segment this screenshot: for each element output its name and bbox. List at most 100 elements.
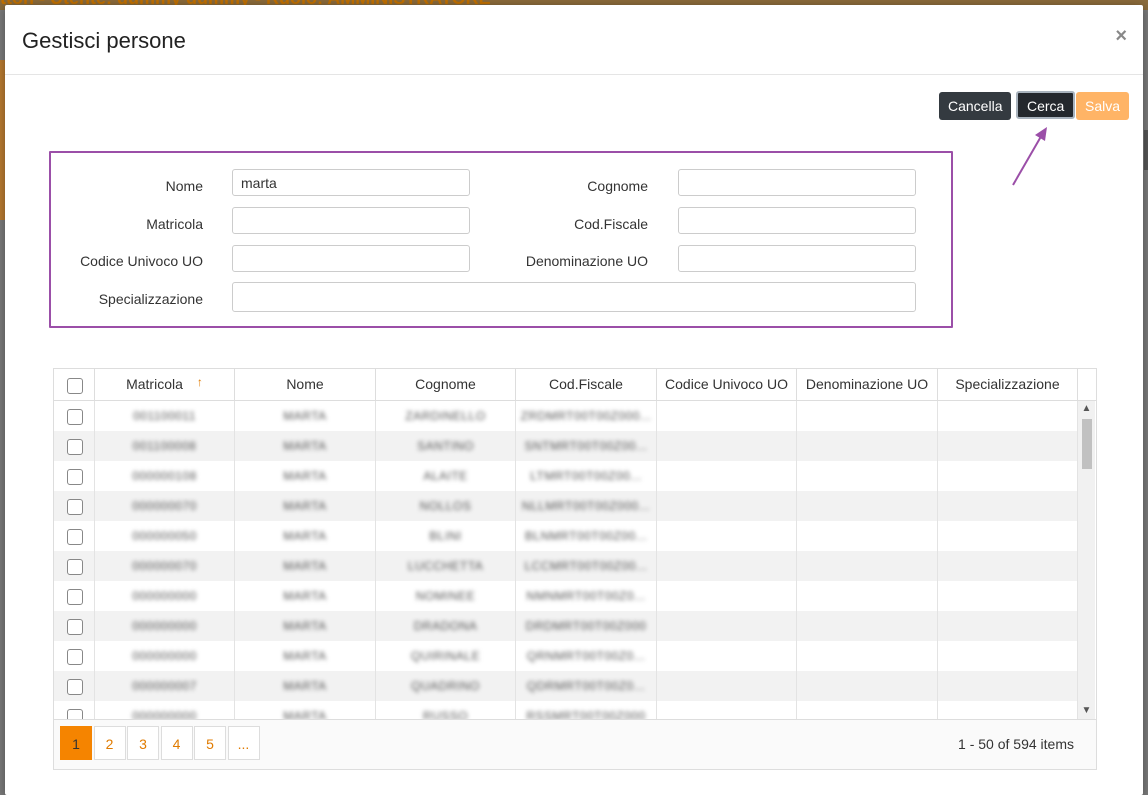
modal-title: Gestisci persone xyxy=(22,28,186,53)
cell-value: BLINI xyxy=(429,529,462,543)
codfiscale-input[interactable] xyxy=(678,207,916,234)
cell-denominazione xyxy=(797,611,938,641)
column-header-nome[interactable]: Nome xyxy=(235,369,376,400)
page-link-2[interactable]: 2 xyxy=(93,726,126,760)
column-header-codice-univoco-uo[interactable]: Codice Univoco UO xyxy=(657,369,797,400)
select-all-checkbox[interactable] xyxy=(67,378,83,394)
cell-nome: MARTA xyxy=(235,641,376,671)
cell-codfiscale: QDRMRT00T00Z0... xyxy=(516,671,657,701)
cell-codfiscale: SNTMRT00T00Z00... xyxy=(516,431,657,461)
cell-value: 000000050 xyxy=(132,529,197,543)
cell-codfiscale: RSSMRT00T00Z000 xyxy=(516,701,657,719)
row-checkbox[interactable] xyxy=(67,439,83,455)
cell-value: 000000000 xyxy=(132,589,197,603)
cell-codfiscale: NMNMRT00T00Z0... xyxy=(516,581,657,611)
grid-pager: 1 2 3 4 5... 1 - 50 of 594 items xyxy=(54,719,1096,769)
cell-codice_uo xyxy=(657,431,797,461)
cell-value: 000000070 xyxy=(132,559,197,573)
page-link-more[interactable]: ... xyxy=(227,726,260,760)
cell-value: SANTINO xyxy=(417,439,474,453)
cell-codfiscale: QRNMRT00T00Z0... xyxy=(516,641,657,671)
row-checkbox[interactable] xyxy=(67,619,83,635)
cell-nome: MARTA xyxy=(235,701,376,719)
cell-cognome: BLINI xyxy=(376,521,516,551)
cerca-button[interactable]: Cerca xyxy=(1016,91,1076,119)
scroll-thumb[interactable] xyxy=(1082,419,1092,469)
cell-value: ZARDINELLO xyxy=(405,409,486,423)
column-header-matricola[interactable]: Matricola ↑ xyxy=(95,369,235,400)
grid-header: Matricola ↑ Nome Cognome Cod.Fiscale Codi… xyxy=(54,369,1096,401)
cognome-label: Cognome xyxy=(587,178,648,194)
cell-value: LUCCHETTA xyxy=(407,559,484,573)
row-checkbox[interactable] xyxy=(67,529,83,545)
row-select-cell xyxy=(54,641,95,671)
cancella-button[interactable]: Cancella xyxy=(939,92,1012,120)
page-link-1[interactable]: 1 xyxy=(60,726,92,760)
row-checkbox[interactable] xyxy=(67,499,83,515)
cell-cognome: DRADONA xyxy=(376,611,516,641)
cell-value: MARTA xyxy=(283,529,327,543)
cell-matricola: 000000050 xyxy=(95,521,235,551)
cell-value: QDRMRT00T00Z0... xyxy=(526,679,646,693)
cell-cognome: NOLLOS xyxy=(376,491,516,521)
table-row[interactable]: 000000070 MARTA NOLLOS NLLMRT00T00Z000... xyxy=(54,491,1078,521)
table-row[interactable]: 000000000 MARTA RUSSO RSSMRT00T00Z000 xyxy=(54,701,1078,719)
scroll-down-icon[interactable]: ▼ xyxy=(1078,703,1095,719)
denominazione-uo-input[interactable] xyxy=(678,245,916,272)
cell-specializzazione xyxy=(938,461,1078,491)
specializzazione-input[interactable] xyxy=(232,282,916,312)
column-header-denominazione-uo[interactable]: Denominazione UO xyxy=(797,369,938,400)
column-header-cognome[interactable]: Cognome xyxy=(376,369,516,400)
cell-denominazione xyxy=(797,521,938,551)
cell-value: 001100011 xyxy=(133,409,196,423)
cell-codice_uo xyxy=(657,521,797,551)
table-row[interactable]: 000000000 MARTA DRADONA DRDMRT00T00Z000 xyxy=(54,611,1078,641)
cell-denominazione xyxy=(797,641,938,671)
cell-matricola: 000000070 xyxy=(95,551,235,581)
cell-matricola: 000000000 xyxy=(95,641,235,671)
nome-label: Nome xyxy=(165,178,203,194)
row-checkbox[interactable] xyxy=(67,409,83,425)
row-select-cell xyxy=(54,581,95,611)
page-link-3[interactable]: 3 xyxy=(127,726,159,760)
cell-nome: MARTA xyxy=(235,581,376,611)
column-header-specializzazione[interactable]: Specializzazione xyxy=(938,369,1078,400)
specializzazione-label: Specializzazione xyxy=(98,291,203,307)
row-checkbox[interactable] xyxy=(67,559,83,575)
nome-input[interactable] xyxy=(232,169,470,196)
table-row[interactable]: 000000000 MARTA QUIRINALE QRNMRT00T00Z0... xyxy=(54,641,1078,671)
page-link-5[interactable]: 5 xyxy=(194,726,226,760)
salva-button[interactable]: Salva xyxy=(1076,92,1130,120)
row-checkbox[interactable] xyxy=(67,649,83,665)
grid-scrollbar[interactable]: ▲ ▼ xyxy=(1078,401,1095,719)
cell-nome: MARTA xyxy=(235,671,376,701)
grid-body: 001100011 MARTA ZARDINELLO ZRDMRT00T00Z000.… xyxy=(54,401,1078,719)
close-icon[interactable]: × xyxy=(1115,25,1127,48)
matricola-input[interactable] xyxy=(232,207,470,234)
cell-cognome: RUSSO xyxy=(376,701,516,719)
cell-specializzazione xyxy=(938,611,1078,641)
row-checkbox[interactable] xyxy=(67,589,83,605)
persone-grid: Matricola ↑ Nome Cognome Cod.Fiscale Codi… xyxy=(53,368,1097,770)
gestisci-persone-modal: Gestisci persone × Cancella Cerca Salva … xyxy=(5,5,1143,795)
cell-nome: MARTA xyxy=(235,401,376,431)
row-checkbox[interactable] xyxy=(67,469,83,485)
table-row[interactable]: 000000007 MARTA QUADRINO QDRMRT00T00Z0... xyxy=(54,671,1078,701)
column-header-codfiscale[interactable]: Cod.Fiscale xyxy=(516,369,657,400)
cell-codice_uo xyxy=(657,581,797,611)
page-link-4[interactable]: 4 xyxy=(160,726,193,760)
scroll-up-icon[interactable]: ▲ xyxy=(1078,401,1095,417)
row-checkbox[interactable] xyxy=(67,709,83,719)
table-row[interactable]: 000000000 MARTA NOMINEE NMNMRT00T00Z0... xyxy=(54,581,1078,611)
table-row[interactable]: 001100011 MARTA ZARDINELLO ZRDMRT00T00Z000.… xyxy=(54,401,1078,431)
table-row[interactable]: 000000070 MARTA LUCCHETTA LCCMRT00T00Z00... xyxy=(54,551,1078,581)
table-row[interactable]: 000000050 MARTA BLINI BLNMRT00T00Z00... xyxy=(54,521,1078,551)
cell-specializzazione xyxy=(938,521,1078,551)
row-checkbox[interactable] xyxy=(67,679,83,695)
cognome-input[interactable] xyxy=(678,169,916,196)
cell-codice_uo xyxy=(657,401,797,431)
table-row[interactable]: 001100008 MARTA SANTINO SNTMRT00T00Z00... xyxy=(54,431,1078,461)
cell-value: 001100008 xyxy=(132,439,197,453)
table-row[interactable]: 000000108 MARTA ALAITE LTMRT00T00Z00... xyxy=(54,461,1078,491)
codice-univoco-uo-input[interactable] xyxy=(232,245,470,272)
